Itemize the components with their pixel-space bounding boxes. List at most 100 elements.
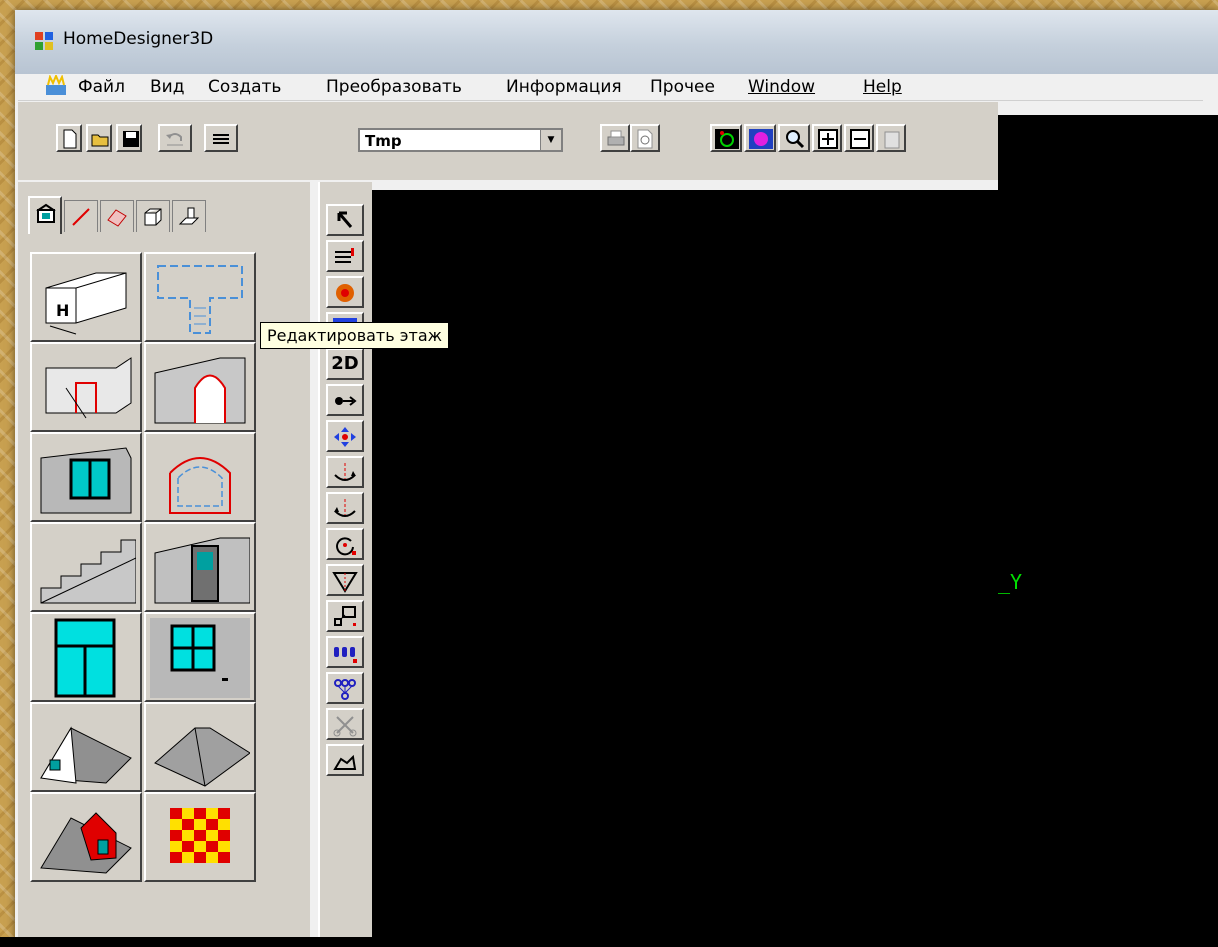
main-toolbar: Tmp ▼ <box>18 102 998 180</box>
move-arrow-icon <box>335 396 357 406</box>
stairs-tool[interactable] <box>30 522 142 612</box>
floor-select[interactable]: Tmp ▼ <box>358 128 563 152</box>
pan-button[interactable] <box>326 420 364 452</box>
delete-button[interactable] <box>326 708 364 740</box>
layers-button[interactable] <box>204 124 238 152</box>
tab-lines[interactable] <box>64 200 98 232</box>
svg-text:H: H <box>56 301 69 320</box>
undo-icon <box>166 133 183 146</box>
arrow-pointer-icon <box>337 211 353 228</box>
dormer-tool[interactable] <box>30 792 142 882</box>
window-title: HomeDesigner3D <box>63 29 214 49</box>
door-icon <box>154 537 250 604</box>
gable-roof-icon <box>40 726 132 784</box>
material-button[interactable] <box>326 276 364 308</box>
wall-opening-tool[interactable] <box>30 342 142 432</box>
bottom-edge <box>0 937 1218 947</box>
menu-info[interactable]: Информация <box>506 77 622 97</box>
title-bar[interactable]: HomeDesigner3D <box>15 10 1218 74</box>
properties-button[interactable] <box>326 240 364 272</box>
printer-icon <box>607 130 625 146</box>
save-button[interactable] <box>116 124 142 152</box>
floor-select-value: Tmp <box>365 132 402 150</box>
menu-file[interactable]: Файл <box>78 77 125 97</box>
rotate-axis-icon <box>334 463 356 481</box>
stairs-icon <box>40 539 136 604</box>
save-icon <box>123 131 139 147</box>
window-frame-tool[interactable] <box>144 612 256 702</box>
wall-opening-icon <box>45 357 132 419</box>
menu-view[interactable]: Вид <box>150 77 184 97</box>
scale-button[interactable] <box>326 600 364 632</box>
box-tab-icon <box>144 208 162 226</box>
view-2d-button[interactable]: 2D <box>326 348 364 380</box>
render-button[interactable] <box>744 124 776 152</box>
frame-icon <box>169 457 231 514</box>
tab-furniture[interactable] <box>172 200 206 232</box>
tab-surfaces[interactable] <box>100 200 134 232</box>
move-button[interactable] <box>326 384 364 416</box>
glass-door-tool[interactable] <box>30 612 142 702</box>
lines-icon <box>213 134 229 144</box>
print-preview-icon <box>637 129 653 149</box>
arch-icon <box>154 357 246 424</box>
list-icon <box>335 248 354 263</box>
window-tool[interactable] <box>30 432 142 522</box>
y-axis-label: _Y <box>998 570 1023 594</box>
object-button[interactable] <box>710 124 742 152</box>
select-button[interactable] <box>326 204 364 236</box>
new-button[interactable] <box>56 124 82 152</box>
zoom-out-button[interactable] <box>844 124 874 152</box>
group-icon <box>334 679 356 700</box>
print-preview-button[interactable] <box>630 124 660 152</box>
dormer-icon <box>40 812 132 874</box>
scissors-icon <box>333 716 357 737</box>
zoom-button[interactable] <box>778 124 810 152</box>
new-file-icon <box>63 129 77 149</box>
wall-height-tool[interactable]: H <box>30 252 142 342</box>
tab-solids[interactable] <box>136 200 170 232</box>
misc-tool-button[interactable] <box>326 744 364 776</box>
menu-transform[interactable]: Преобразовать <box>326 77 462 97</box>
edit-floor-tool[interactable] <box>144 252 256 342</box>
mirror-button[interactable] <box>326 564 364 596</box>
group-button[interactable] <box>326 672 364 704</box>
app-menu-icon[interactable] <box>44 75 68 97</box>
undo-button[interactable] <box>158 124 192 152</box>
hip-roof-tool[interactable] <box>144 702 256 792</box>
menu-other[interactable]: Прочее <box>650 77 715 97</box>
viewport-top <box>998 115 1218 190</box>
tab-buildings[interactable] <box>28 196 62 234</box>
open-button[interactable] <box>86 124 112 152</box>
array-button[interactable] <box>326 636 364 668</box>
hip-roof-icon <box>154 727 250 787</box>
menu-window[interactable]: Window <box>748 77 815 97</box>
clipboard-icon <box>884 131 900 149</box>
rotate-button[interactable] <box>326 528 364 560</box>
plus-icon <box>818 129 838 149</box>
view-2d-label: 2D <box>331 353 359 374</box>
menu-help[interactable]: Help <box>863 77 902 97</box>
minus-icon <box>850 129 870 149</box>
window-frame-icon <box>150 618 250 698</box>
rotate-reverse-button[interactable] <box>326 492 364 524</box>
door-tool[interactable] <box>144 522 256 612</box>
rotate-reverse-icon <box>334 499 356 517</box>
rotate-z-button[interactable] <box>326 456 364 488</box>
chevron-down-icon[interactable]: ▼ <box>540 130 561 150</box>
line-tab-icon <box>72 208 90 226</box>
floor-tile-tool[interactable] <box>144 792 256 882</box>
furniture-tab-icon <box>178 207 200 225</box>
viewport-canvas[interactable] <box>372 190 1218 947</box>
wall-height-icon: H <box>45 272 127 335</box>
opening-frame-tool[interactable] <box>144 432 256 522</box>
menu-create[interactable]: Создать <box>208 77 281 97</box>
scale-icon <box>334 606 356 626</box>
zoom-in-button[interactable] <box>812 124 842 152</box>
print-button[interactable] <box>600 124 630 152</box>
sphere-icon <box>749 129 773 149</box>
gable-roof-tool[interactable] <box>30 702 142 792</box>
paste-button[interactable] <box>876 124 906 152</box>
checker-icon <box>170 808 230 863</box>
arch-tool[interactable] <box>144 342 256 432</box>
